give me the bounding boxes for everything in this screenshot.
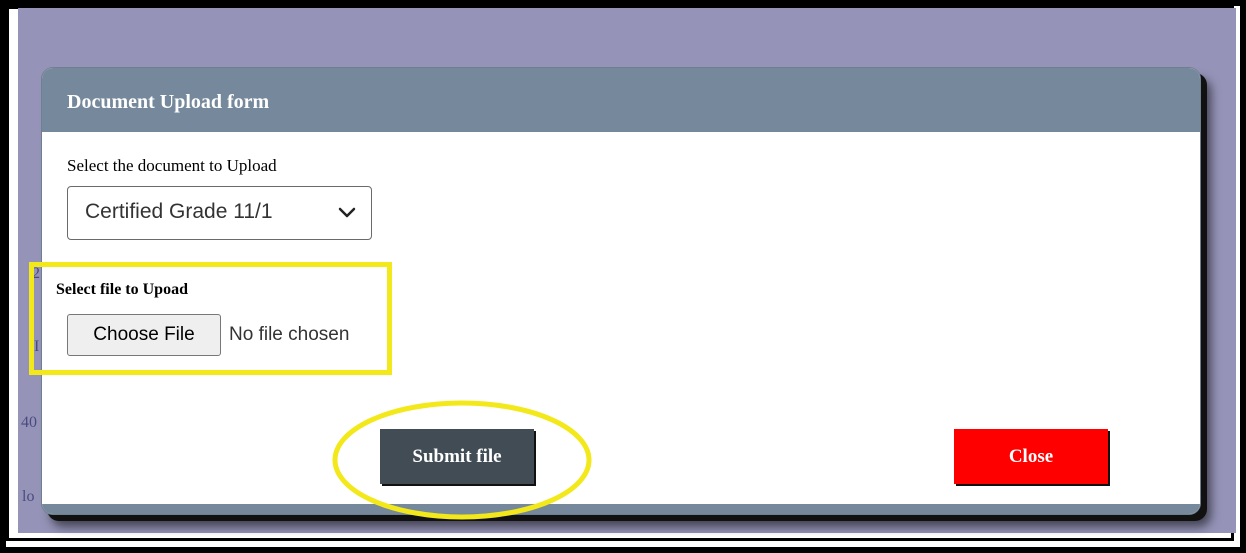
dialog-header: Document Upload form (42, 68, 1200, 132)
document-type-select[interactable]: Certified Grade 11/1 (67, 186, 372, 240)
dialog-title: Document Upload form (67, 91, 270, 113)
chevron-down-icon (338, 207, 356, 218)
highlight-ellipse (332, 400, 592, 520)
background-text-fragment: 40 (21, 414, 37, 431)
highlight-box (29, 262, 392, 375)
select-value: Certified Grade 11/1 (85, 200, 273, 223)
document-select-label: Select the document to Upload (67, 156, 277, 175)
close-button[interactable]: Close (954, 429, 1108, 484)
background-text-fragment: lo (22, 488, 35, 505)
dialog-footer-strip (42, 504, 1200, 514)
